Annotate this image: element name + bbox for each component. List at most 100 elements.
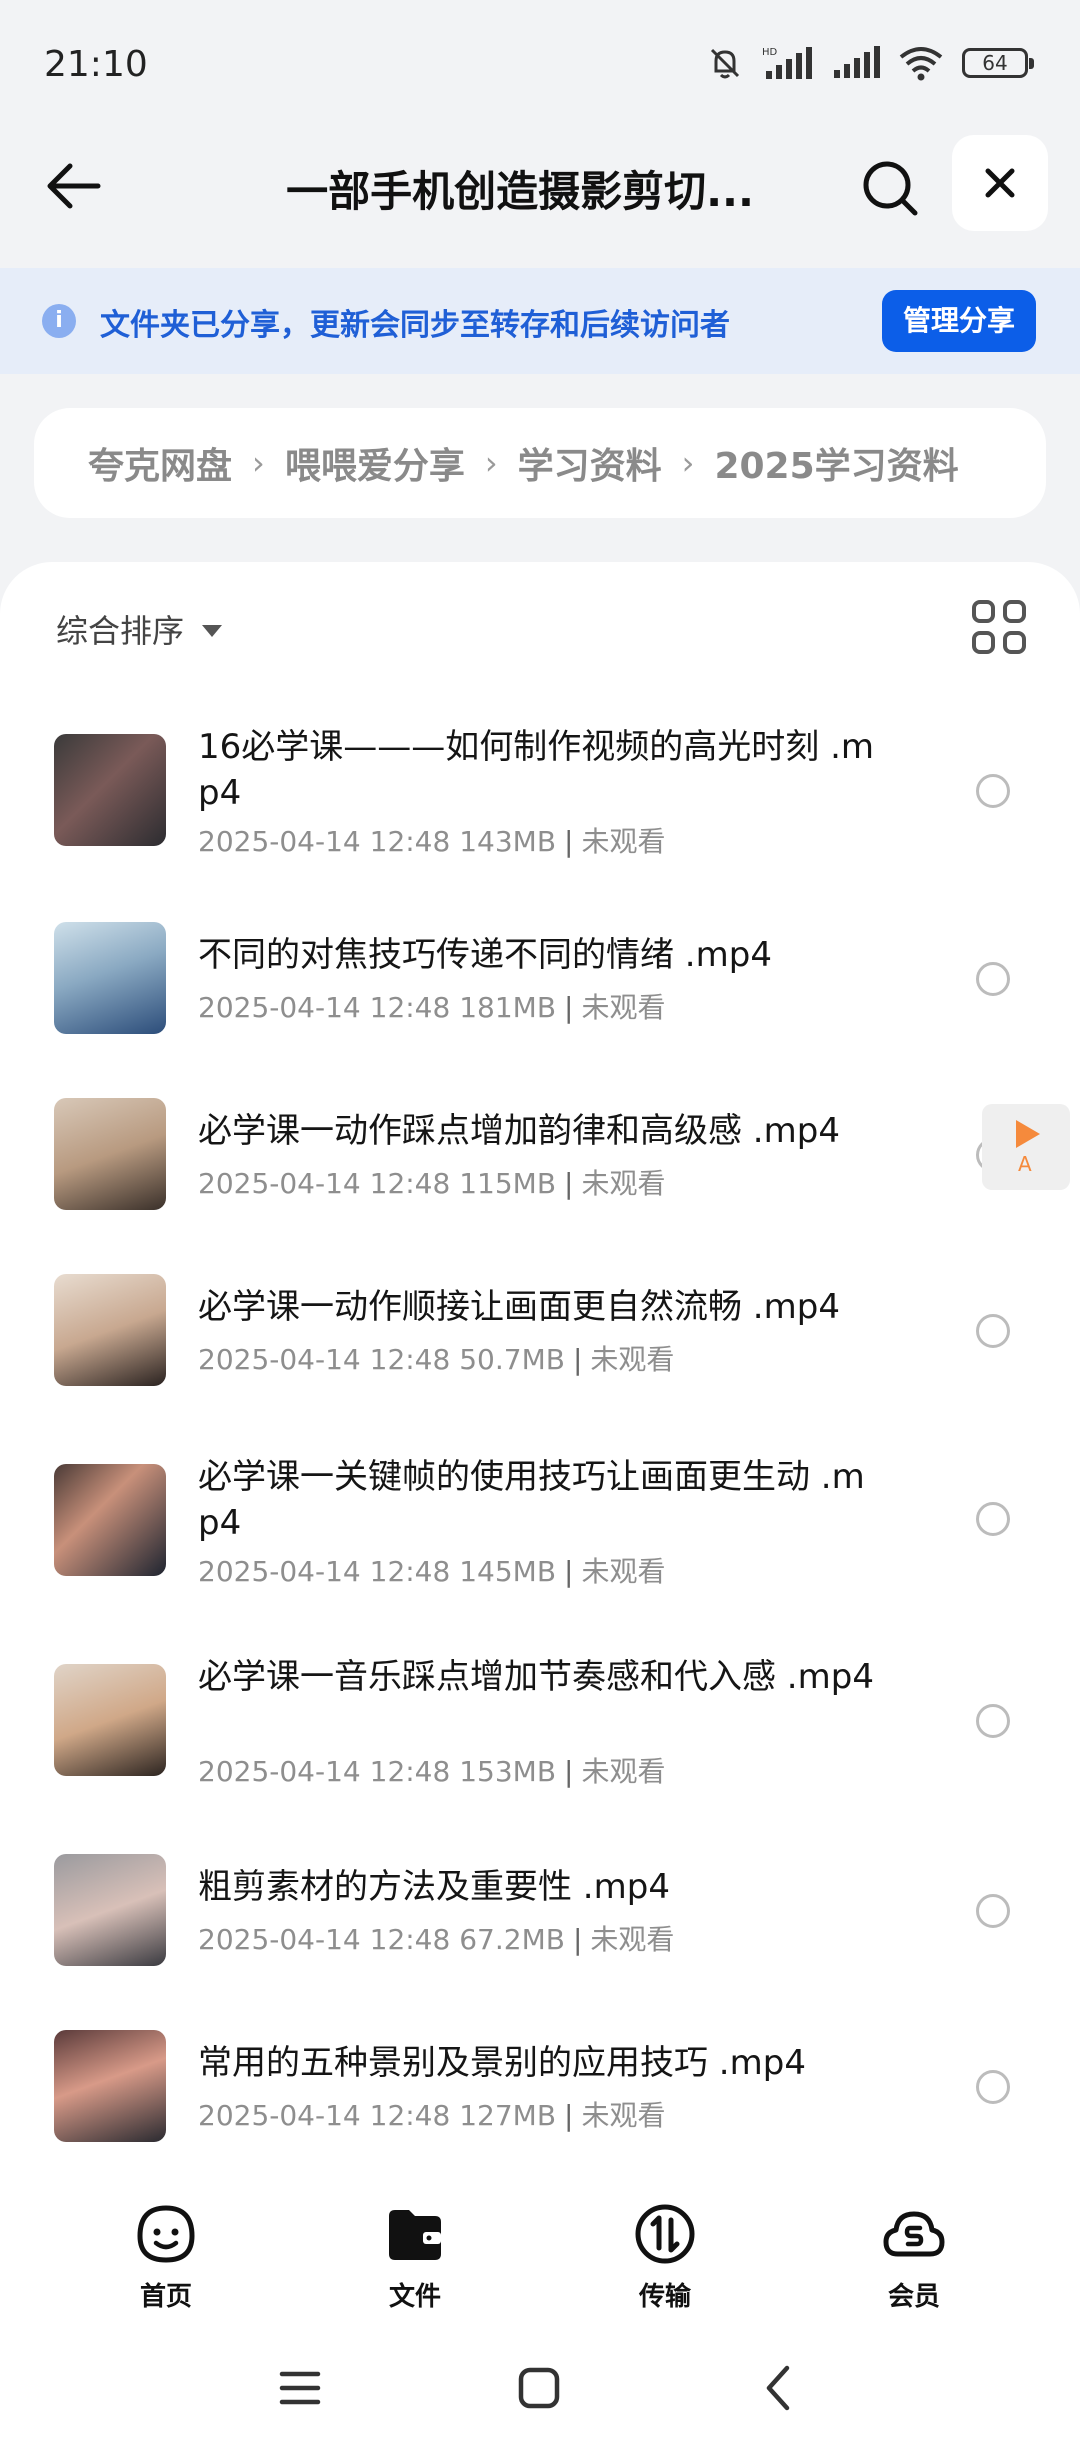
- info-icon: i: [42, 304, 76, 338]
- file-name: 不同的对焦技巧传递不同的情绪 .mp4: [198, 935, 772, 975]
- nav-transfer[interactable]: 传输: [600, 2202, 730, 2313]
- floating-player-label: A: [1018, 1152, 1032, 1176]
- system-nav-bar: [0, 2312, 1080, 2460]
- file-size: 145MB: [459, 1555, 557, 1588]
- video-thumbnail: [54, 2030, 166, 2142]
- file-name: 16必学课———如何制作视频的高光时刻 .mp4: [198, 727, 874, 813]
- watch-status: 未观看: [581, 1755, 666, 1788]
- page-title: 一部手机创造摄影剪切...: [286, 167, 754, 216]
- file-date: 2025-04-14 12:48: [198, 825, 451, 858]
- file-meta: 2025-04-14 12:48 127MB | 未观看: [198, 2099, 666, 2132]
- manage-share-button[interactable]: 管理分享: [882, 290, 1036, 352]
- mute-bell-icon: [710, 48, 740, 79]
- status-time: 21:10: [44, 44, 148, 85]
- file-meta: 2025-04-14 12:48 145MB | 未观看: [198, 1555, 666, 1588]
- chevron-right-icon: ›: [681, 444, 695, 482]
- watch-status: 未观看: [590, 1923, 675, 1956]
- grid-view-button[interactable]: [972, 600, 1026, 654]
- grid-view-icon: [972, 600, 995, 623]
- nav-home[interactable]: 首页: [101, 2202, 231, 2313]
- select-radio[interactable]: [976, 1502, 1010, 1536]
- nav-home-label: 首页: [139, 2282, 192, 2312]
- watch-status: 未观看: [581, 1555, 666, 1588]
- chevron-right-icon: ›: [252, 444, 265, 482]
- nav-files-label: 文件: [388, 2282, 441, 2312]
- back-button[interactable]: [36, 148, 112, 224]
- signal-hd-icon: HD: [762, 47, 812, 79]
- file-meta: 2025-04-14 12:48 181MB | 未观看: [198, 991, 666, 1024]
- watch-status: 未观看: [590, 1343, 675, 1376]
- breadcrumb-item[interactable]: 喂喂爱分享: [285, 437, 465, 489]
- floating-player[interactable]: A: [982, 1104, 1070, 1190]
- play-icon: [1016, 1120, 1040, 1148]
- file-date: 2025-04-14 12:48: [198, 991, 451, 1024]
- video-thumbnail: [54, 922, 166, 1034]
- file-date: 2025-04-14 12:48: [198, 1167, 451, 1200]
- wifi-icon: [899, 47, 943, 81]
- system-back-button[interactable]: [746, 2356, 810, 2420]
- file-meta: 2025-04-14 12:48 67.2MB | 未观看: [198, 1923, 675, 1956]
- chevron-right-icon: ›: [484, 444, 498, 482]
- close-icon: [985, 168, 1015, 198]
- watch-status: 未观看: [581, 1167, 666, 1200]
- menu-button[interactable]: [268, 2356, 332, 2420]
- svg-text:HD: HD: [762, 47, 778, 58]
- smiley-home-icon: [137, 2205, 195, 2263]
- video-thumbnail: [54, 1464, 166, 1576]
- arrow-left-icon: [47, 163, 101, 209]
- file-date: 2025-04-14 12:48: [198, 1555, 451, 1588]
- caret-down-icon: [202, 625, 223, 637]
- select-radio[interactable]: [976, 1314, 1010, 1348]
- nav-transfer-label: 传输: [638, 2282, 691, 2312]
- sort-label: 综合排序: [56, 612, 185, 650]
- file-name: 必学课一关键帧的使用技巧让画面更生动 .mp4: [198, 1457, 865, 1543]
- share-notice-text: 文件夹已分享，更新会同步至转存和后续访问者: [100, 308, 730, 343]
- select-radio[interactable]: [976, 962, 1010, 996]
- watch-status: 未观看: [581, 991, 666, 1024]
- file-name: 必学课一动作顺接让画面更自然流畅 .mp4: [198, 1287, 840, 1327]
- nav-files[interactable]: 文件: [350, 2202, 480, 2313]
- file-name: 必学课一音乐踩点增加节奏感和代入感 .mp4: [198, 1657, 874, 1697]
- file-date: 2025-04-14 12:48: [198, 1343, 451, 1376]
- file-date: 2025-04-14 12:48: [198, 2099, 451, 2132]
- watch-status: 未观看: [581, 825, 666, 858]
- bottom-nav: 首页 文件 传输 会员: [0, 2162, 1080, 2312]
- file-name: 必学课一动作踩点增加韵律和高级感 .mp4: [198, 1111, 840, 1151]
- search-button[interactable]: [852, 150, 928, 226]
- file-size: 127MB: [459, 2099, 557, 2132]
- signal-icon: [834, 46, 880, 78]
- breadcrumb: 夸克网盘 › 喂喂爱分享 › 学习资料 › 2025学习资料: [34, 408, 1046, 518]
- video-thumbnail: [54, 1664, 166, 1776]
- select-radio[interactable]: [976, 2070, 1010, 2104]
- file-date: 2025-04-14 12:48: [198, 1755, 451, 1788]
- transfer-icon: [635, 2204, 695, 2264]
- close-button[interactable]: [952, 135, 1048, 231]
- battery-indicator: 64: [962, 48, 1034, 78]
- sort-dropdown[interactable]: 综合排序: [56, 606, 223, 652]
- file-meta: 2025-04-14 12:48 153MB | 未观看: [198, 1755, 666, 1788]
- cloud-member-icon: [883, 2211, 945, 2257]
- breadcrumb-item[interactable]: 夸克网盘: [88, 437, 232, 489]
- status-icons: HD 64: [706, 44, 1034, 82]
- nav-member[interactable]: 会员: [849, 2202, 979, 2313]
- file-size: 50.7MB: [459, 1343, 565, 1376]
- video-thumbnail: [54, 734, 166, 846]
- file-meta: 2025-04-14 12:48 50.7MB | 未观看: [198, 1343, 675, 1376]
- select-radio[interactable]: [976, 1894, 1010, 1928]
- video-thumbnail: [54, 1098, 166, 1210]
- file-meta: 2025-04-14 12:48 143MB | 未观看: [198, 825, 666, 858]
- breadcrumb-item[interactable]: 2025学习资料: [714, 437, 958, 489]
- file-name: 常用的五种景别及景别的应用技巧 .mp4: [198, 2043, 806, 2083]
- file-size: 153MB: [459, 1755, 557, 1788]
- home-button[interactable]: [507, 2356, 571, 2420]
- file-panel: 综合排序 16必学课———如何制作视频的高光时刻 .mp4 2025-04-14…: [0, 562, 1080, 2162]
- search-icon: [863, 161, 918, 216]
- file-name: 粗剪素材的方法及重要性 .mp4: [198, 1867, 670, 1907]
- menu-icon: [279, 2371, 321, 2405]
- select-radio[interactable]: [976, 774, 1010, 808]
- breadcrumb-item[interactable]: 学习资料: [518, 437, 662, 489]
- file-size: 67.2MB: [459, 1923, 565, 1956]
- folder-icon: [389, 2210, 441, 2260]
- file-size: 115MB: [459, 1167, 557, 1200]
- select-radio[interactable]: [976, 1704, 1010, 1738]
